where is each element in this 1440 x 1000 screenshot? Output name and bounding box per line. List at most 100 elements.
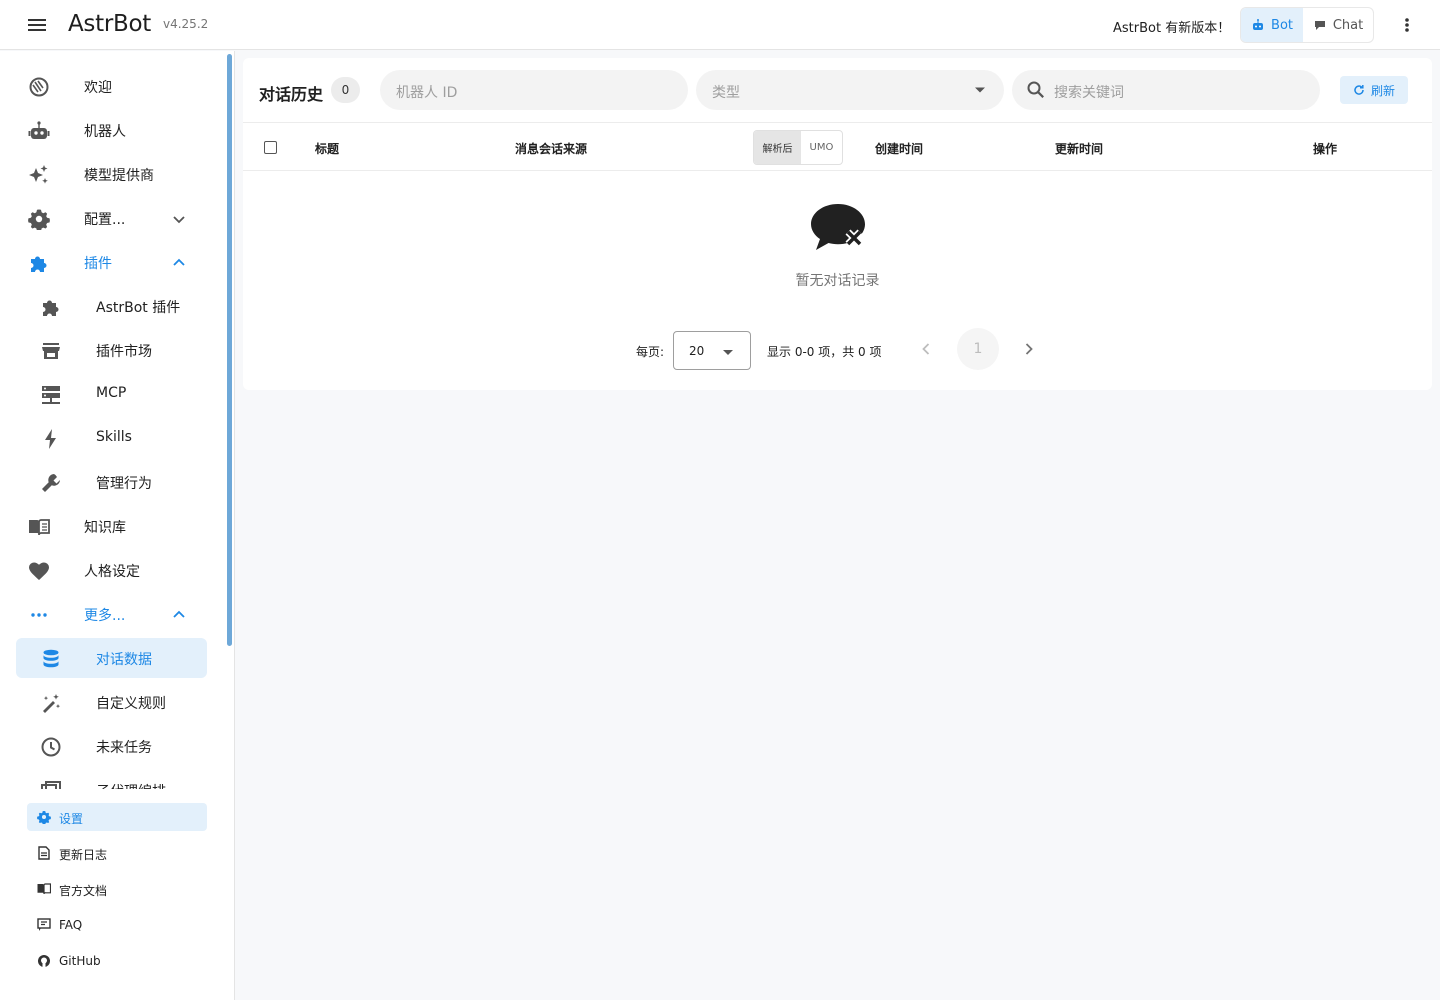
sidebar-item-welcome[interactable]: 欢迎 [16,66,207,106]
sidebar-item-persona[interactable]: 人格设定 [16,550,207,590]
faq-label: FAQ [59,918,83,932]
sidebar-item-manage-behavior[interactable]: 管理行为 [16,462,207,502]
sidebar-item-astrbot-plugins[interactable]: AstrBot 插件 [16,286,207,326]
type-placeholder: 类型 [712,85,740,101]
table-header: 标题 消息会话来源 解析后 UMO 创建时间 更新时间 操作 [243,122,1432,171]
sidebar-item-config[interactable]: 配置... [16,198,207,238]
sidebar-item-robot[interactable]: 机器人 [16,110,207,150]
sidebar-item-more[interactable]: 更多... [16,594,207,634]
menu-icon[interactable] [27,15,47,35]
sidebar-item-conversation-data[interactable]: 对话数据 [16,638,207,678]
per-page-select[interactable]: 20 [673,331,751,370]
chat-bubble-icon [1313,18,1327,32]
mode-toggle: Bot Chat [1240,7,1374,43]
column-header-title[interactable]: 标题 [315,140,339,157]
more-vertical-icon[interactable] [1397,15,1417,35]
sidebar-item-skills[interactable]: Skills [16,418,207,458]
source-format-toggle: 解析后 UMO [753,130,843,165]
sidebar-item-plugins[interactable]: 插件 [16,242,207,282]
docs-label: 官方文档 [59,884,108,898]
umo-toggle-button[interactable]: UMO [801,131,842,164]
conversation-history-card: 对话历史 0 机器人 ID 类型 搜索关键词 刷新 标题 消息会话来源 解析后 … [243,58,1432,390]
subagent-icon [40,780,62,789]
per-page-label: 每页: [636,345,665,359]
docs-link[interactable]: 官方文档 [27,875,207,903]
sidebar-item-label: 配置... [84,212,126,228]
github-link[interactable]: GitHub [27,947,207,975]
wrench-icon [40,472,62,494]
select-all-checkbox[interactable] [264,141,277,154]
app-logo: AstrBot [68,11,151,37]
bot-mode-label: Bot [1271,17,1294,33]
per-page-value: 20 [689,344,705,358]
sidebar-item-label: 机器人 [84,124,126,140]
bot-mode-button[interactable]: Bot [1241,8,1304,42]
sidebar-item-future-tasks[interactable]: 未来任务 [16,726,207,766]
sidebar-item-mcp[interactable]: MCP [16,374,207,414]
dropdown-arrow-icon [720,344,736,360]
document-icon [37,846,51,860]
clock-icon [40,736,62,758]
sidebar-item-label: 模型提供商 [84,168,154,184]
conversation-count-badge: 0 [331,77,360,103]
refresh-button[interactable]: 刷新 [1340,76,1408,104]
puzzle-icon [40,296,62,318]
empty-state-text: 暂无对话记录 [795,273,880,289]
sidebar-item-knowledge-base[interactable]: 知识库 [16,506,207,546]
column-header-created-time[interactable]: 创建时间 [875,140,923,157]
chevron-left-icon[interactable] [916,339,936,359]
sidebar-item-label: MCP [96,385,127,401]
book-icon [28,516,50,538]
column-header-source[interactable]: 消息会话来源 [515,140,587,157]
column-header-actions: 操作 [1313,142,1338,156]
chevron-up-icon [170,606,188,624]
chevron-up-icon [170,254,188,272]
column-header-updated-time[interactable]: 更新时间 [1055,140,1103,157]
dropdown-arrow-icon [974,86,986,94]
sidebar-item-label: 插件市场 [96,344,152,360]
chevron-right-icon[interactable] [1019,339,1039,359]
sidebar-item-label: 对话数据 [96,652,152,668]
sidebar-item-subagent[interactable]: 子代理编排 [16,770,207,789]
github-icon [37,954,51,968]
chat-mode-button[interactable]: Chat [1303,8,1373,42]
sidebar-item-custom-rules[interactable]: 自定义规则 [16,682,207,722]
changelog-link[interactable]: 更新日志 [27,839,207,867]
type-select[interactable]: 类型 [696,70,1004,110]
sidebar-item-label: 未来任务 [96,740,152,756]
settings-link[interactable]: 设置 [27,803,207,831]
dots-icon [28,604,50,626]
github-label: GitHub [59,954,101,968]
search-icon [1026,80,1046,100]
sidebar-item-plugin-market[interactable]: 插件市场 [16,330,207,370]
sidebar-item-label: 管理行为 [96,476,152,492]
page-number-button[interactable]: 1 [957,328,999,370]
changelog-label: 更新日志 [59,848,108,862]
update-notice-link[interactable]: AstrBot 有新版本！ [1113,17,1230,36]
book-icon [37,882,51,896]
app-version: v4.25.2 [163,17,209,31]
gear-icon [37,810,51,824]
database-icon [40,648,62,670]
chevron-down-icon [170,210,188,228]
page-title: 对话历史 [259,85,324,104]
settings-label: 设置 [59,812,84,826]
sidebar-item-label: 更多... [84,608,126,624]
faq-link[interactable]: FAQ [27,911,207,939]
no-chat-icon [809,202,867,254]
sidebar-item-label: 欢迎 [84,80,112,96]
sidebar-item-label: Skills [96,429,132,445]
refresh-icon [1353,84,1365,96]
keyword-search-input[interactable]: 搜索关键词 [1012,70,1320,110]
sidebar-item-model-provider[interactable]: 模型提供商 [16,154,207,194]
sidebar-item-label: 自定义规则 [96,696,166,712]
parsed-toggle-button[interactable]: 解析后 [754,131,801,164]
sidebar-item-label: AstrBot 插件 [96,300,181,316]
refresh-label: 刷新 [1370,83,1395,98]
bot-id-input[interactable]: 机器人 ID [380,70,688,110]
sidebar: 欢迎 机器人 模型提供商 配置... 插件 AstrBot 插件 插件市场 MC… [0,51,235,1000]
robot-icon [28,120,50,142]
heart-icon [28,560,50,582]
sidebar-scrollbar[interactable] [227,54,232,646]
sidebar-item-label: 插件 [84,256,112,272]
